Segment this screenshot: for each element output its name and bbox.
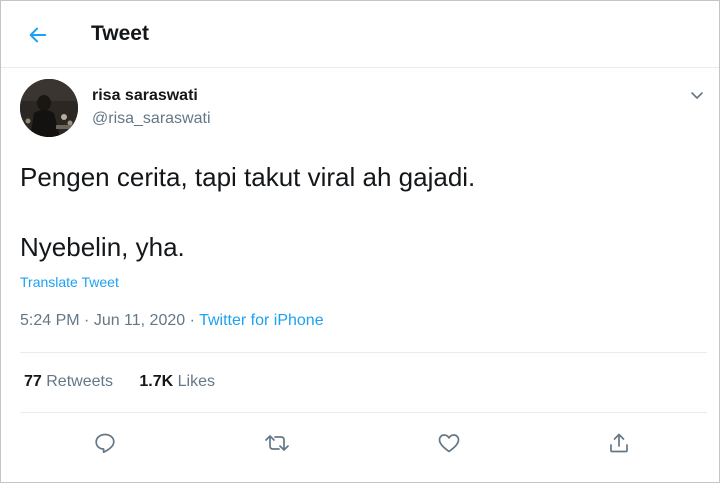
tweet-text-line-1: Pengen cerita, tapi takut viral ah gajad… [20, 162, 476, 192]
tweet-meta: 5:24 PM · Jun 11, 2020 · Twitter for iPh… [20, 312, 324, 330]
share-button[interactable] [604, 428, 634, 458]
retweets-count: 77 [24, 373, 42, 390]
like-button[interactable] [434, 428, 464, 458]
back-button[interactable] [21, 18, 55, 52]
chevron-down-icon [691, 92, 703, 99]
likes-count: 1.7K [139, 373, 174, 390]
likes-stat[interactable]: 1.7K Likes [139, 373, 215, 391]
tweet-text-line-2: Nyebelin, yha. [20, 232, 185, 262]
divider [20, 412, 707, 413]
tweet-page: Tweet risa saraswati @risa_saraswati Pen… [0, 0, 720, 483]
more-options-button[interactable] [685, 83, 709, 107]
share-icon [610, 433, 628, 453]
tweet-time[interactable]: 5:24 PM [20, 312, 80, 329]
retweet-button[interactable] [262, 428, 292, 458]
translate-tweet-link[interactable]: Translate Tweet [20, 274, 119, 290]
reply-icon [95, 433, 115, 454]
meta-separator: · [185, 312, 200, 329]
divider [20, 352, 707, 353]
retweet-icon [265, 435, 289, 451]
arrow-left-icon [29, 27, 47, 43]
reply-button[interactable] [90, 428, 120, 458]
author-display-name[interactable]: risa saraswati [92, 87, 198, 105]
page-header: Tweet [1, 1, 719, 68]
retweets-label: Retweets [46, 373, 113, 390]
tweet-date[interactable]: Jun 11, 2020 [94, 312, 185, 329]
tweet-stats: 77 Retweets 1.7K Likes [24, 373, 215, 391]
tweet-source-link[interactable]: Twitter for iPhone [199, 312, 324, 329]
page-title: Tweet [91, 22, 149, 45]
meta-separator: · [79, 312, 94, 329]
likes-label: Likes [177, 373, 216, 390]
author-handle[interactable]: @risa_saraswati [92, 110, 211, 128]
retweets-stat[interactable]: 77 Retweets [24, 373, 113, 391]
like-icon [438, 434, 460, 453]
avatar-image [20, 79, 78, 137]
avatar[interactable] [20, 79, 78, 137]
